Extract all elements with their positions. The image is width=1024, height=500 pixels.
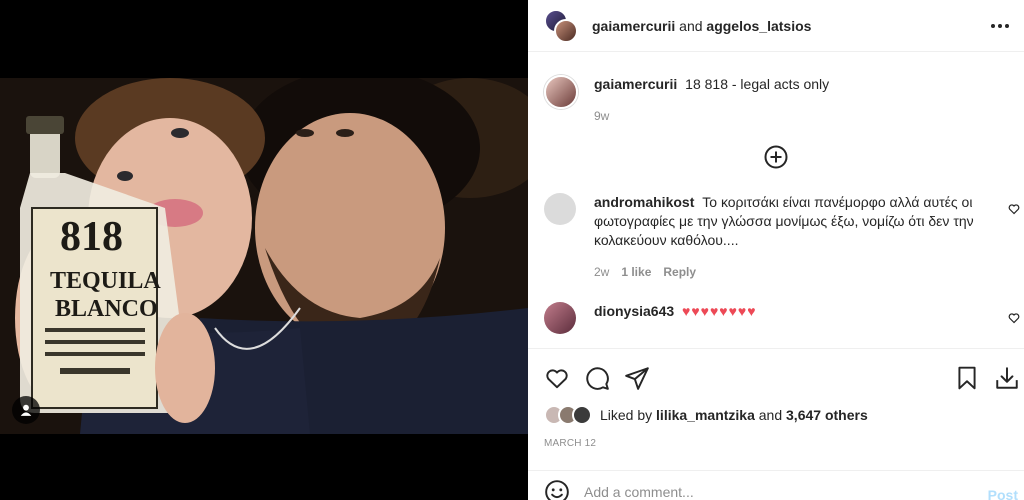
avatar <box>572 405 592 425</box>
comment-username-link[interactable]: andromahikost <box>594 194 694 210</box>
download-button[interactable] <box>994 365 1020 391</box>
caption-timestamp[interactable]: 9w <box>594 107 829 125</box>
reply-button[interactable]: Reply <box>663 263 696 282</box>
post-authors: gaiamercurii and aggelos_latsios <box>592 18 811 34</box>
comment-body: dionysia643 ♥♥♥♥♥♥♥♥ <box>594 302 994 334</box>
coauthor-username-link[interactable]: aggelos_latsios <box>706 18 811 34</box>
post-header: gaiamercurii and aggelos_latsios <box>528 0 1024 52</box>
heart-icon[interactable] <box>1008 203 1020 215</box>
photo-illustration: 818 TEQUILA BLANCO <box>0 78 528 434</box>
more-horizontal-icon <box>991 24 1009 28</box>
avatar[interactable] <box>544 193 576 225</box>
comment-composer: Post <box>528 470 1024 500</box>
avatar[interactable] <box>544 302 576 334</box>
post-comment-button[interactable]: Post <box>988 487 1018 500</box>
authors-joiner: and <box>679 17 703 34</box>
comment-meta: 2w 1 like Reply <box>594 263 994 282</box>
comment-item: andromahikost Το κοριτσάκι είναι πανέμορ… <box>528 193 1024 282</box>
paper-plane-icon <box>625 367 649 390</box>
heart-icon[interactable] <box>1008 312 1020 324</box>
comment-icon <box>586 367 609 390</box>
heart-icon <box>546 369 568 389</box>
likes-joiner: and <box>758 407 783 423</box>
user-icon <box>20 404 32 416</box>
download-icon <box>996 367 1018 389</box>
post-date[interactable]: MARCH 12 <box>544 438 596 449</box>
comment-item: dionysia643 ♥♥♥♥♥♥♥♥ <box>528 302 1024 334</box>
author-username-link[interactable]: gaiamercurii <box>592 18 675 34</box>
caption-text: 18 818 - legal acts only <box>685 76 830 92</box>
bottle-line2: BLANCO <box>55 296 158 322</box>
liker-username-link[interactable]: lilika_mantzika <box>656 407 755 423</box>
plus-circle-icon <box>764 145 788 169</box>
bottle-brand: 818 <box>60 214 123 260</box>
comment-timestamp[interactable]: 2w <box>594 263 609 282</box>
save-button[interactable] <box>954 365 980 391</box>
post-detail-panel: gaiamercurii and aggelos_latsios gaiamer… <box>528 0 1024 500</box>
caption-body: gaiamercurii 18 818 - legal acts only 9w <box>594 75 829 125</box>
avatar <box>554 18 578 43</box>
load-more-comments-button[interactable] <box>528 145 1024 175</box>
comment-username-link[interactable]: dionysia643 <box>594 303 674 319</box>
comment-input[interactable] <box>584 483 964 500</box>
post-actions-bar <box>528 348 1024 404</box>
comments-section[interactable]: gaiamercurii 18 818 - legal acts only 9w… <box>528 53 1024 347</box>
likes-count-link[interactable]: 3,647 others <box>786 407 868 423</box>
likes-summary: Liked by lilika_mantzika and 3,647 other… <box>544 405 868 425</box>
caption-username-link[interactable]: gaiamercurii <box>594 76 677 92</box>
like-button[interactable] <box>544 365 570 391</box>
more-options-button[interactable] <box>986 12 1014 40</box>
bookmark-icon <box>958 366 976 390</box>
share-button[interactable] <box>624 365 650 391</box>
comment-body: andromahikost Το κοριτσάκι είναι πανέμορ… <box>594 193 994 282</box>
post-caption: gaiamercurii 18 818 - legal acts only 9w <box>528 53 1024 125</box>
avatar[interactable] <box>544 75 578 109</box>
post-photo[interactable]: 818 TEQUILA BLANCO <box>0 78 528 434</box>
comment-likes-link[interactable]: 1 like <box>621 263 651 282</box>
post-media-pane: 818 TEQUILA BLANCO <box>0 0 528 500</box>
emoji-icon[interactable] <box>544 479 570 500</box>
collab-avatars[interactable] <box>544 8 578 43</box>
liker-avatars <box>544 405 592 425</box>
bottle-line1: TEQUILA <box>50 268 161 294</box>
liked-by-prefix: Liked by <box>600 407 653 423</box>
tagged-users-button[interactable] <box>12 396 40 424</box>
comment-text: ♥♥♥♥♥♥♥♥ <box>682 303 757 319</box>
comment-button[interactable] <box>584 365 610 391</box>
